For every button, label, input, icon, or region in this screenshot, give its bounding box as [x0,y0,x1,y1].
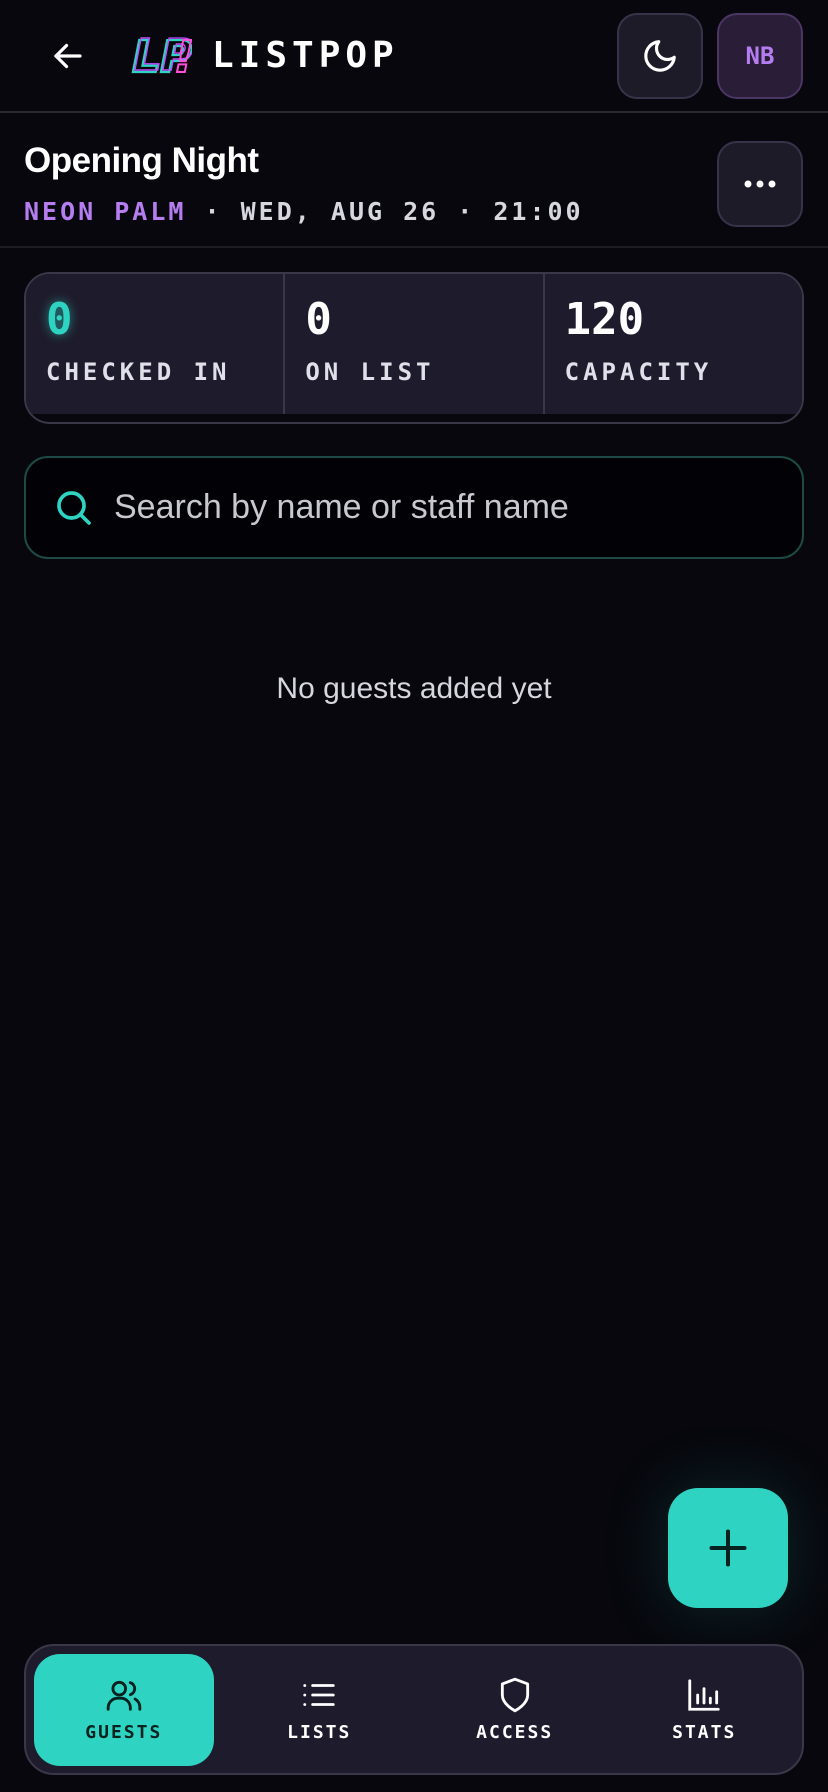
brand-name: LISTPOP [212,34,399,76]
nav-item-access[interactable]: ACCESS [423,1654,607,1766]
nav-label: STATS [672,1722,737,1743]
event-header: Opening Night NEON PALM · WED, AUG 26 · … [0,115,828,248]
theme-toggle-button[interactable] [617,13,703,99]
nav-label: LISTS [287,1722,352,1743]
shield-icon [500,1677,529,1713]
stat-capacity: 120 CAPACITY [545,274,802,414]
search-input[interactable] [114,477,802,538]
list-icon [303,1684,335,1706]
stat-value: 0 [46,294,73,345]
stat-label: CAPACITY [564,358,713,386]
add-guest-button[interactable] [668,1488,788,1608]
stats-card: 0 CHECKED IN 0 ON LIST 120 CAPACITY [24,272,804,424]
nav-item-lists[interactable]: LISTS [224,1654,415,1766]
event-datetime: · WED, AUG 26 · 21:00 [204,197,584,226]
venue-name: NEON PALM [24,197,187,226]
nav-label: ACCESS [476,1722,554,1743]
top-bar: LP LP ! LISTPOP NB [0,0,828,113]
stat-label: CHECKED IN [46,358,231,386]
back-button[interactable] [38,26,98,86]
stat-label: ON LIST [305,358,435,386]
arrow-left-icon [54,43,82,69]
bottom-navigation: GUESTS LISTS ACCESS STATS [24,1644,804,1775]
bar-chart-icon [688,1679,720,1711]
more-options-button[interactable] [717,141,803,227]
moon-icon [644,40,676,72]
svg-text:!: ! [174,32,192,82]
stat-value: 0 [305,294,332,345]
nav-item-stats[interactable]: STATS [614,1654,794,1766]
plus-icon [709,1529,747,1567]
nav-item-guests[interactable]: GUESTS [34,1653,214,1766]
users-icon [106,1680,142,1711]
search-icon [57,490,91,525]
stat-value: 120 [564,294,645,345]
user-avatar[interactable]: NB [717,13,803,99]
event-meta: NEON PALM · WED, AUG 26 · 21:00 [24,197,584,226]
nav-label: GUESTS [85,1722,163,1743]
search-bar [24,456,804,559]
logo: LP LP ! [131,29,192,82]
stat-on-list: 0 ON LIST [285,274,545,414]
empty-state-message: No guests added yet [276,672,552,705]
more-horizontal-icon [744,180,776,188]
stat-checked-in: 0 CHECKED IN [26,274,286,414]
event-title: Opening Night [24,141,259,180]
